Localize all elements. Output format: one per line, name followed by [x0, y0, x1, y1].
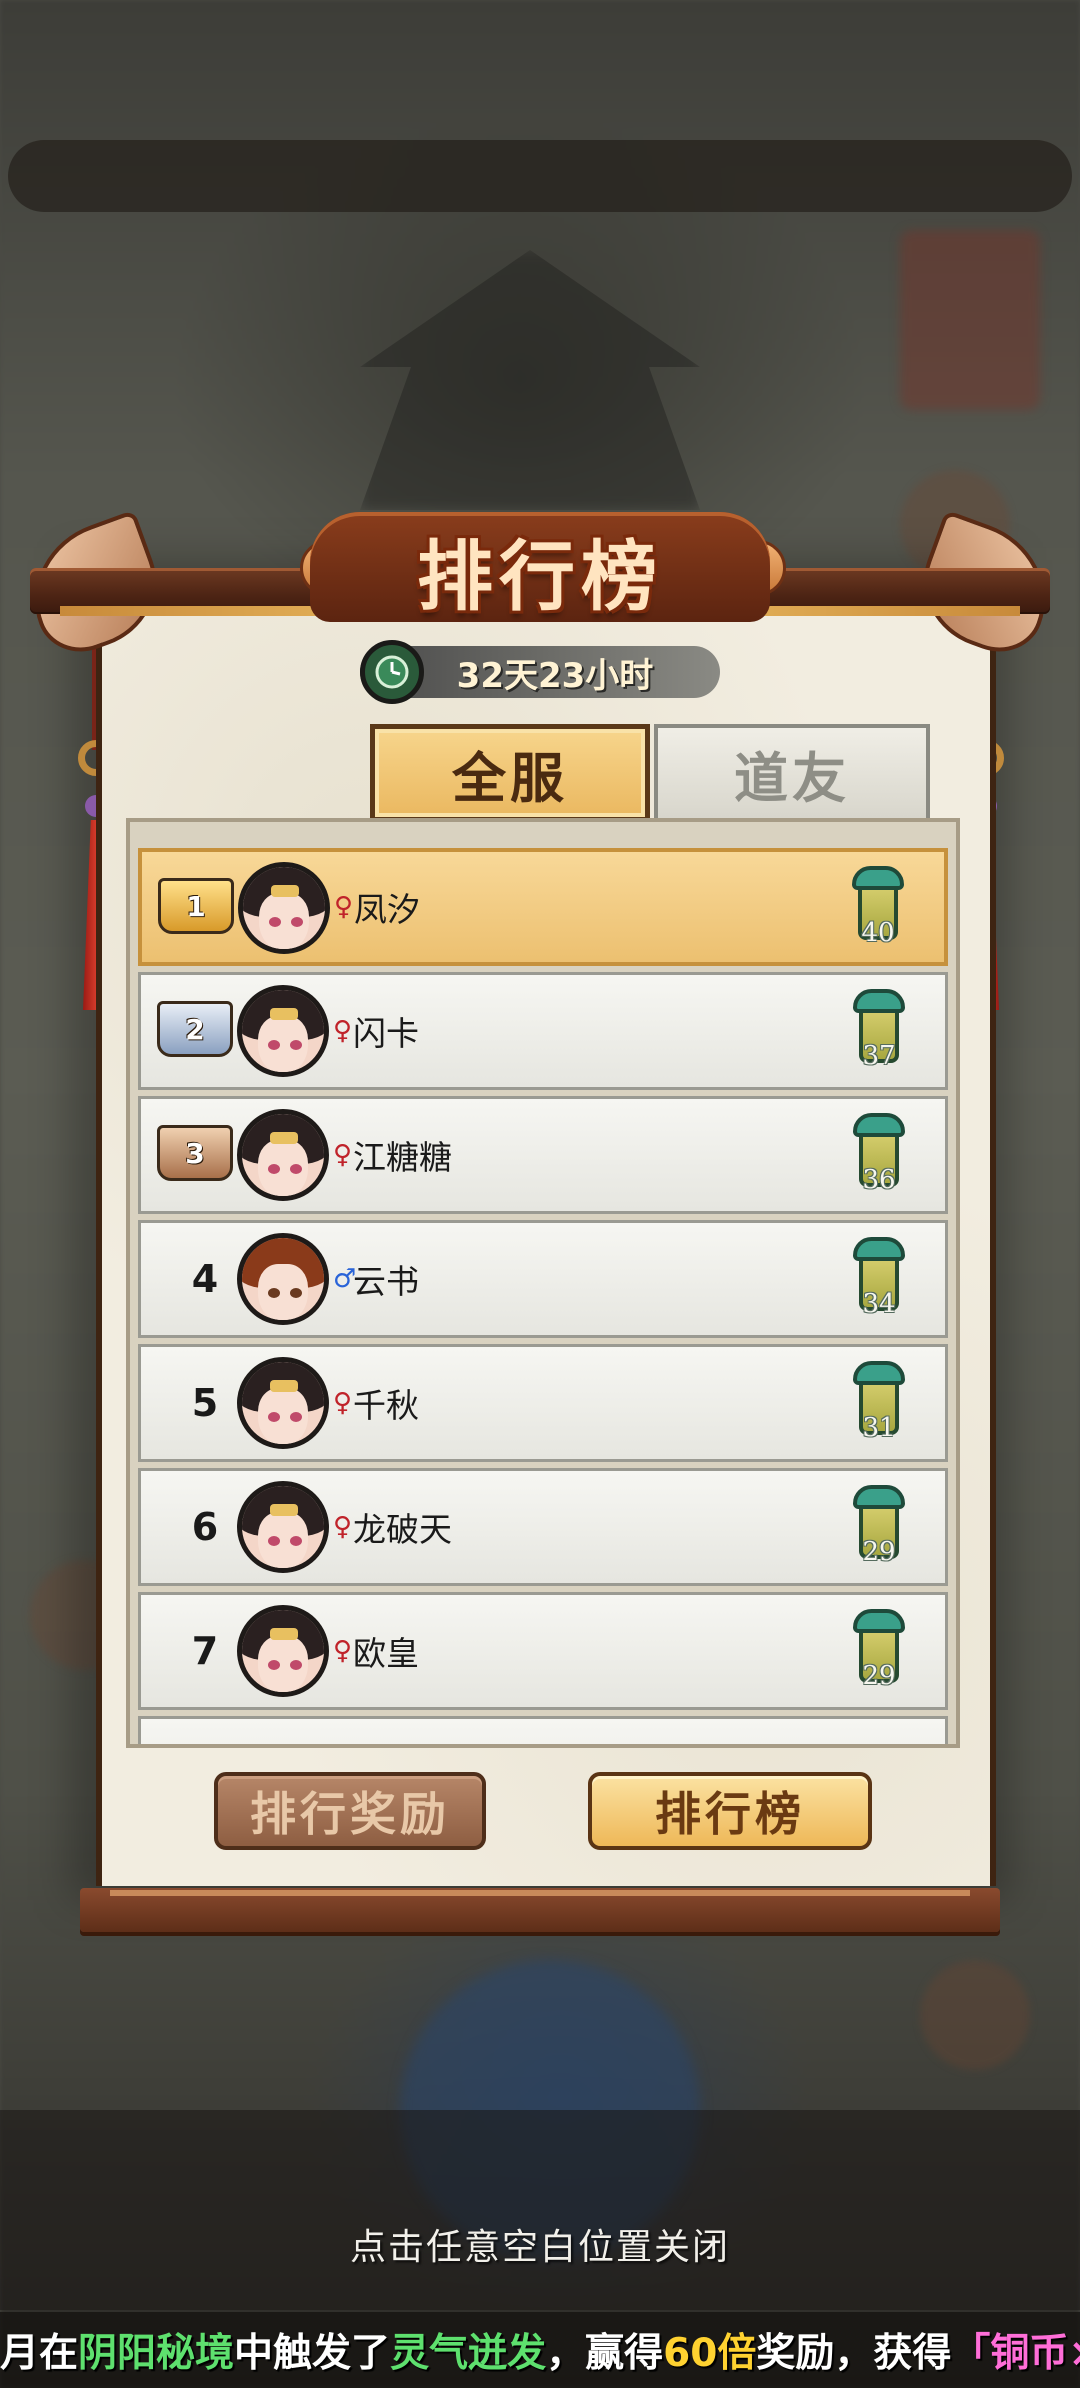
marquee-event: 灵气迸发	[390, 2331, 547, 2376]
panel-bottom-trim	[110, 1890, 970, 1896]
female-icon: ♀	[333, 1016, 353, 1046]
rank-badge-silver: 2	[157, 1001, 233, 1057]
player-score: 34	[862, 1289, 896, 1319]
player-score: 31	[862, 1413, 896, 1443]
marquee-text: 奖励，获得	[756, 2331, 952, 2376]
avatar[interactable]	[237, 1481, 329, 1573]
ranking-row-partial[interactable]	[138, 1716, 948, 1744]
ranking-row[interactable]: 4 ♂ 云书 34	[138, 1220, 948, 1338]
background-resource-bar	[8, 140, 1072, 212]
background-bottom-nav	[0, 2110, 1080, 2310]
marquee-prefix: 月	[0, 2331, 40, 2376]
ranking-row[interactable]: 5 ♀ 千秋 31	[138, 1344, 948, 1462]
ranking-row[interactable]: 6 ♀ 龙破天 29	[138, 1468, 948, 1586]
tab-friends[interactable]: 道友	[654, 724, 930, 822]
player-name: 欧皇	[353, 1634, 419, 1673]
countdown-text: 32天23小时	[456, 655, 654, 696]
panel-title: 排行榜	[417, 532, 663, 621]
player-score: 29	[862, 1537, 896, 1567]
rank-badge-bronze: 3	[157, 1125, 233, 1181]
clock-icon	[360, 640, 424, 704]
background-icon	[920, 1960, 1030, 2070]
avatar[interactable]	[237, 1357, 329, 1449]
player-name: 千秋	[353, 1386, 419, 1425]
female-icon: ♀	[333, 1140, 353, 1170]
player-name: 凤汐	[354, 890, 420, 929]
player-score: 36	[862, 1165, 896, 1195]
ranking-row[interactable]: 1 ♀ 凤汐 40	[138, 848, 948, 966]
female-icon: ♀	[334, 892, 354, 922]
player-score: 29	[862, 1661, 896, 1691]
player-name: 江糖糖	[353, 1138, 452, 1177]
background-tower	[900, 230, 1040, 410]
tab-server[interactable]: 全服	[370, 724, 650, 822]
avatar[interactable]	[237, 1605, 329, 1697]
avatar[interactable]	[237, 985, 329, 1077]
marquee-text: 中触发了	[234, 2331, 391, 2376]
close-hint[interactable]: 点击任意空白位置关闭	[0, 2218, 1080, 2270]
ranking-list[interactable]: 1 ♀ 凤汐 40 2 ♀ 闪卡 37 3 ♀ 江糖糖 36 4 ♂ 云书 34…	[126, 818, 960, 1748]
player-name: 闪卡	[353, 1014, 419, 1053]
ranking-row[interactable]: 7 ♀ 欧皇 29	[138, 1592, 948, 1710]
marquee-text: 在	[39, 2331, 79, 2376]
player-score: 40	[861, 918, 895, 948]
marquee-item: 「铜币×6	[951, 2331, 1080, 2376]
marquee-text: ，赢得	[546, 2331, 664, 2376]
ranking-button[interactable]: 排行榜	[588, 1772, 872, 1850]
avatar[interactable]	[238, 862, 330, 954]
ranking-row[interactable]: 3 ♀ 江糖糖 36	[138, 1096, 948, 1214]
avatar[interactable]	[237, 1109, 329, 1201]
player-name: 龙破天	[353, 1510, 452, 1549]
female-icon: ♀	[333, 1388, 353, 1418]
ranking-reward-button[interactable]: 排行奖励	[214, 1772, 486, 1850]
rank-badge-gold: 1	[158, 878, 234, 934]
female-icon: ♀	[333, 1512, 353, 1542]
player-score: 37	[862, 1041, 896, 1071]
marquee-place: 阴阳秘境	[78, 2331, 235, 2376]
broadcast-marquee: 月 在 阴阳秘境 中触发了 灵气迸发 ，赢得 60倍 奖励，获得 「铜币×6	[0, 2312, 1080, 2388]
avatar[interactable]	[237, 1233, 329, 1325]
ranking-row[interactable]: 2 ♀ 闪卡 37	[138, 972, 948, 1090]
female-icon: ♀	[333, 1636, 353, 1666]
player-name: 云书	[353, 1262, 419, 1301]
marquee-multiplier: 60倍	[663, 2331, 757, 2376]
